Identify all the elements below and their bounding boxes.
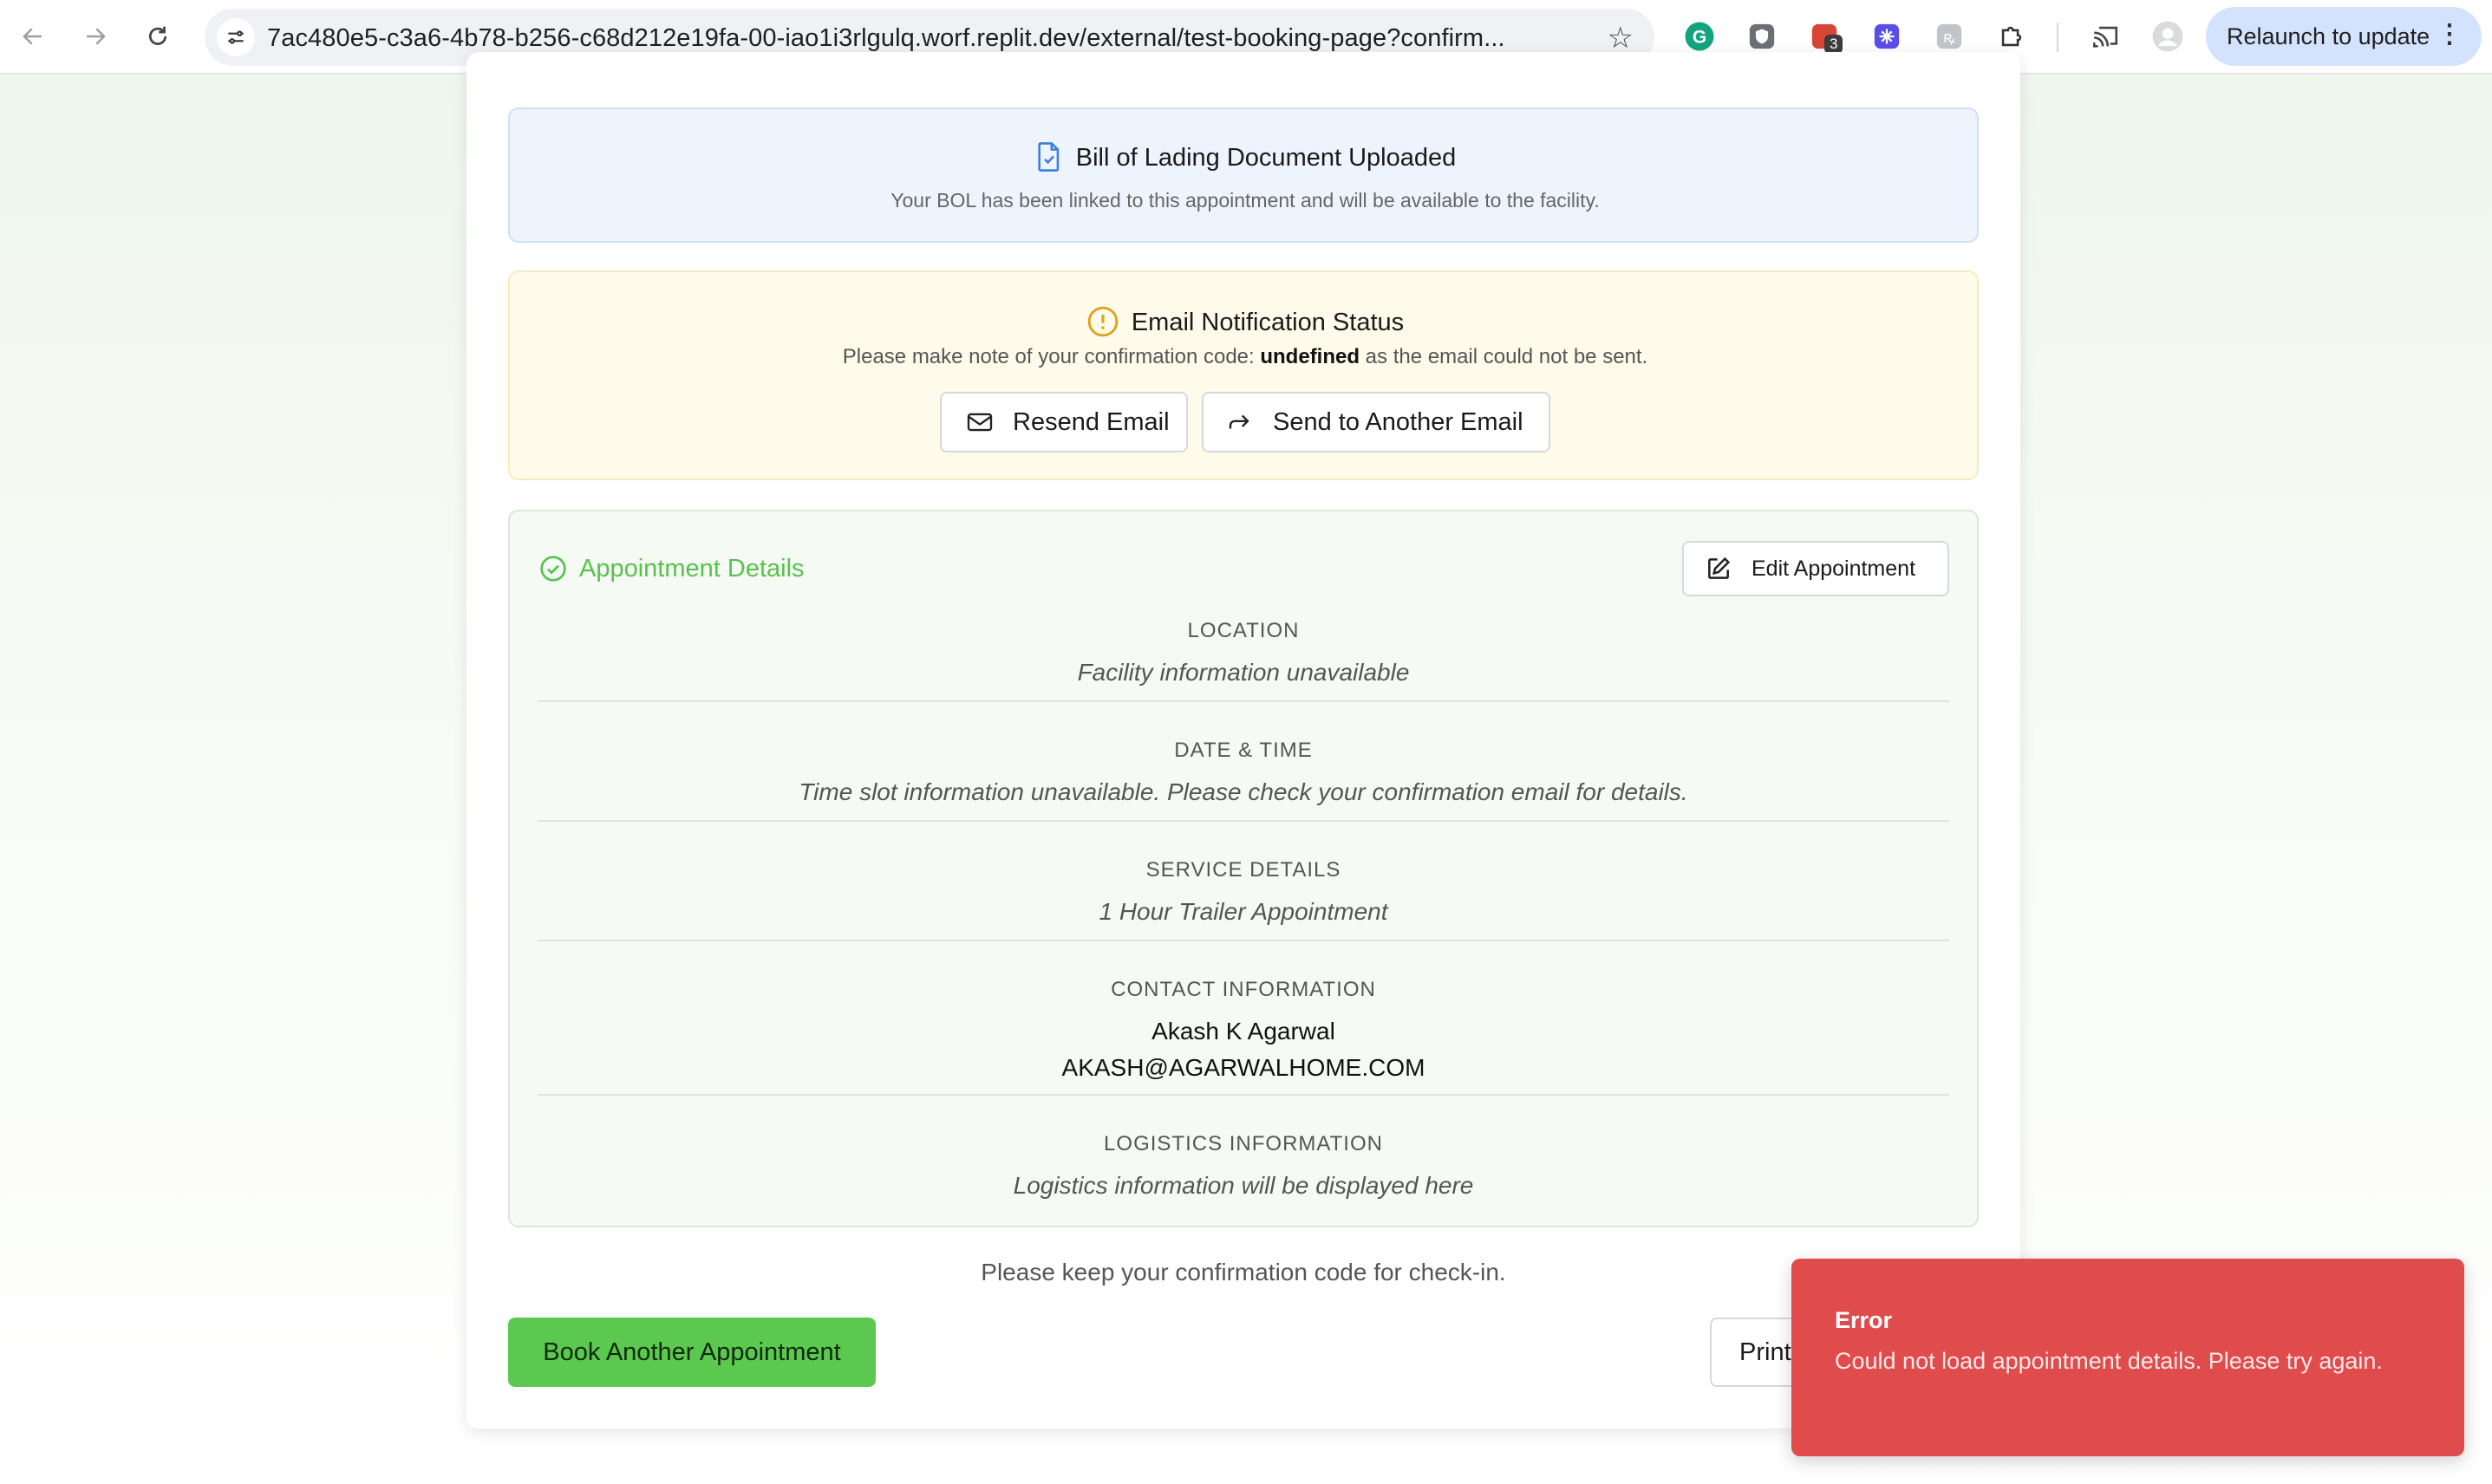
date-time-value: Time slot information unavailable. Pleas… — [799, 778, 1688, 805]
send-to-another-email-label: Send to Another Email — [1273, 407, 1523, 436]
contact-email: AKASH@AGARWALHOME.COM — [1061, 1054, 1425, 1081]
site-settings-icon[interactable] — [217, 18, 255, 56]
bookmark-star-icon[interactable]: ☆ — [1608, 21, 1634, 55]
logistics-information-section: LOGISTICS INFORMATION Logistics informat… — [538, 1132, 1949, 1200]
extension-badge: 3 — [1824, 35, 1843, 54]
more-vertical-icon[interactable]: ⋮ — [2437, 19, 2463, 49]
toast-message: Could not load appointment details. Plea… — [1835, 1348, 2383, 1374]
shield-extension-icon[interactable] — [1745, 19, 1779, 54]
grey-extension-icon[interactable]: ꝶ — [1932, 19, 1967, 54]
grammarly-extension-icon[interactable]: G — [1682, 19, 1717, 54]
logistics-information-value: Logistics information will be displayed … — [1013, 1172, 1474, 1199]
forward-arrow-icon — [1229, 414, 1249, 429]
appointment-details-panel: Appointment Details Edit Appointment LOC… — [508, 510, 1979, 1227]
mail-icon — [967, 413, 993, 432]
confirmation-code-note: Please keep your confirmation code for c… — [981, 1259, 1506, 1285]
toast-title: Error — [1835, 1307, 1893, 1333]
email-status-message: Please make note of your confirmation co… — [510, 345, 1980, 369]
bol-title-row: Bill of Lading Document Uploaded — [510, 140, 1980, 173]
location-value: Facility information unavailable — [1077, 659, 1410, 686]
date-time-section: DATE & TIME Time slot information unavai… — [538, 739, 1949, 806]
logistics-information-label: LOGISTICS INFORMATION — [1104, 1132, 1383, 1155]
check-circle-icon — [540, 556, 566, 582]
edit-appointment-label: Edit Appointment — [1752, 556, 1916, 581]
bol-uploaded-panel: Bill of Lading Document Uploaded Your BO… — [508, 107, 1979, 243]
divider — [538, 1094, 1949, 1096]
email-status-message-suffix: as the email could not be sent. — [1360, 345, 1648, 368]
todoist-extension-icon[interactable]: 3 — [1807, 19, 1843, 54]
profile-avatar-icon[interactable] — [2150, 19, 2185, 54]
forward-button[interactable] — [75, 16, 116, 57]
edit-icon — [1708, 556, 1731, 579]
book-another-appointment-button[interactable]: Book Another Appointment — [508, 1318, 876, 1387]
divider — [538, 940, 1949, 941]
service-details-value: 1 Hour Trailer Appointment — [1099, 898, 1388, 925]
relaunch-label: Relaunch to update — [2227, 23, 2430, 49]
service-details-label: SERVICE DETAILS — [1145, 858, 1341, 882]
cast-icon[interactable] — [2088, 19, 2123, 54]
print-label: Print — [1739, 1338, 1791, 1366]
location-label: LOCATION — [1187, 619, 1300, 642]
appointment-details-title: Appointment Details — [579, 555, 805, 583]
resend-email-label: Resend Email — [1013, 407, 1170, 436]
contact-information-label: CONTACT INFORMATION — [1111, 978, 1376, 1001]
svg-text:G: G — [1693, 28, 1706, 48]
contact-information-section: CONTACT INFORMATION Akash K Agarwal AKAS… — [538, 978, 1949, 1082]
contact-name: Akash K Agarwal — [1151, 1018, 1335, 1045]
error-toast[interactable]: Error Could not load appointment details… — [1791, 1259, 2464, 1456]
divider — [538, 820, 1949, 822]
confirmation-code: undefined — [1260, 345, 1360, 368]
location-section: LOCATION Facility information unavailabl… — [538, 619, 1949, 687]
send-to-another-email-button[interactable]: Send to Another Email — [1202, 392, 1550, 452]
bol-title: Bill of Lading Document Uploaded — [1075, 144, 1457, 172]
resend-email-button[interactable]: Resend Email — [940, 392, 1188, 452]
extensions-puzzle-icon[interactable] — [1994, 19, 2029, 54]
arrow-right-icon — [87, 28, 106, 45]
bol-subtitle: Your BOL has been linked to this appoint… — [890, 189, 1600, 212]
date-time-label: DATE & TIME — [1174, 739, 1313, 762]
back-button[interactable] — [12, 16, 54, 57]
url-text[interactable]: 7ac480e5-c3a6-4b78-b256-c68d212e19fa-00-… — [267, 24, 1620, 53]
divider — [538, 700, 1949, 702]
email-status-panel: Email Notification Status Please make no… — [508, 270, 1979, 480]
reload-icon — [148, 26, 167, 45]
reload-button[interactable] — [137, 16, 179, 57]
relaunch-update-button[interactable]: Relaunch to update ⋮ — [2206, 7, 2482, 66]
file-check-icon — [1038, 142, 1059, 172]
email-status-message-prefix: Please make note of your confirmation co… — [842, 345, 1261, 368]
email-status-title: Email Notification Status — [1131, 309, 1405, 336]
email-status-title-row: Email Notification Status — [510, 305, 1980, 338]
edit-appointment-button[interactable]: Edit Appointment — [1682, 541, 1949, 596]
alert-circle-icon — [1087, 306, 1119, 337]
sparkle-extension-icon[interactable] — [1869, 19, 1904, 54]
service-details-section: SERVICE DETAILS 1 Hour Trailer Appointme… — [538, 858, 1949, 926]
toolbar-divider — [2057, 23, 2058, 52]
svg-text:ꝶ: ꝶ — [1943, 28, 1955, 46]
arrow-left-icon — [23, 28, 42, 45]
